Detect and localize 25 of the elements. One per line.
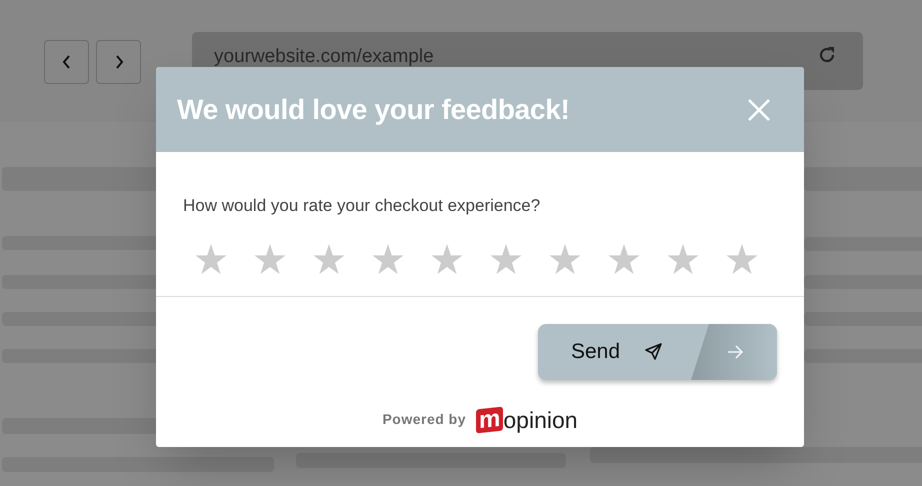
star-icon[interactable] <box>667 244 699 274</box>
star-icon[interactable] <box>195 244 227 274</box>
dialog-title: We would love your feedback! <box>177 92 570 127</box>
reload-icon[interactable] <box>817 45 837 65</box>
question-text: How would you rate your checkout experience? <box>183 195 542 217</box>
send-button[interactable]: Send <box>538 324 777 380</box>
forward-icon <box>114 55 124 69</box>
star-icon[interactable] <box>549 244 581 274</box>
logo-text: opinion <box>503 408 578 432</box>
forward-button[interactable] <box>96 40 141 84</box>
star-icon[interactable] <box>431 244 463 274</box>
star-icon[interactable] <box>608 244 640 274</box>
url-text: yourwebsite.com/example <box>214 46 434 68</box>
star-icon[interactable] <box>726 244 758 274</box>
star-icon[interactable] <box>490 244 522 274</box>
paper-plane-icon <box>645 343 662 360</box>
star-icon[interactable] <box>313 244 345 274</box>
mopinion-logo[interactable]: m opinion <box>476 408 578 432</box>
close-icon[interactable] <box>747 98 771 122</box>
logo-mark: m <box>476 406 504 433</box>
star-icon[interactable] <box>372 244 404 274</box>
back-icon <box>62 55 72 69</box>
back-button[interactable] <box>44 40 89 84</box>
star-icon[interactable] <box>254 244 286 274</box>
powered-by-text: Powered by <box>382 410 466 429</box>
